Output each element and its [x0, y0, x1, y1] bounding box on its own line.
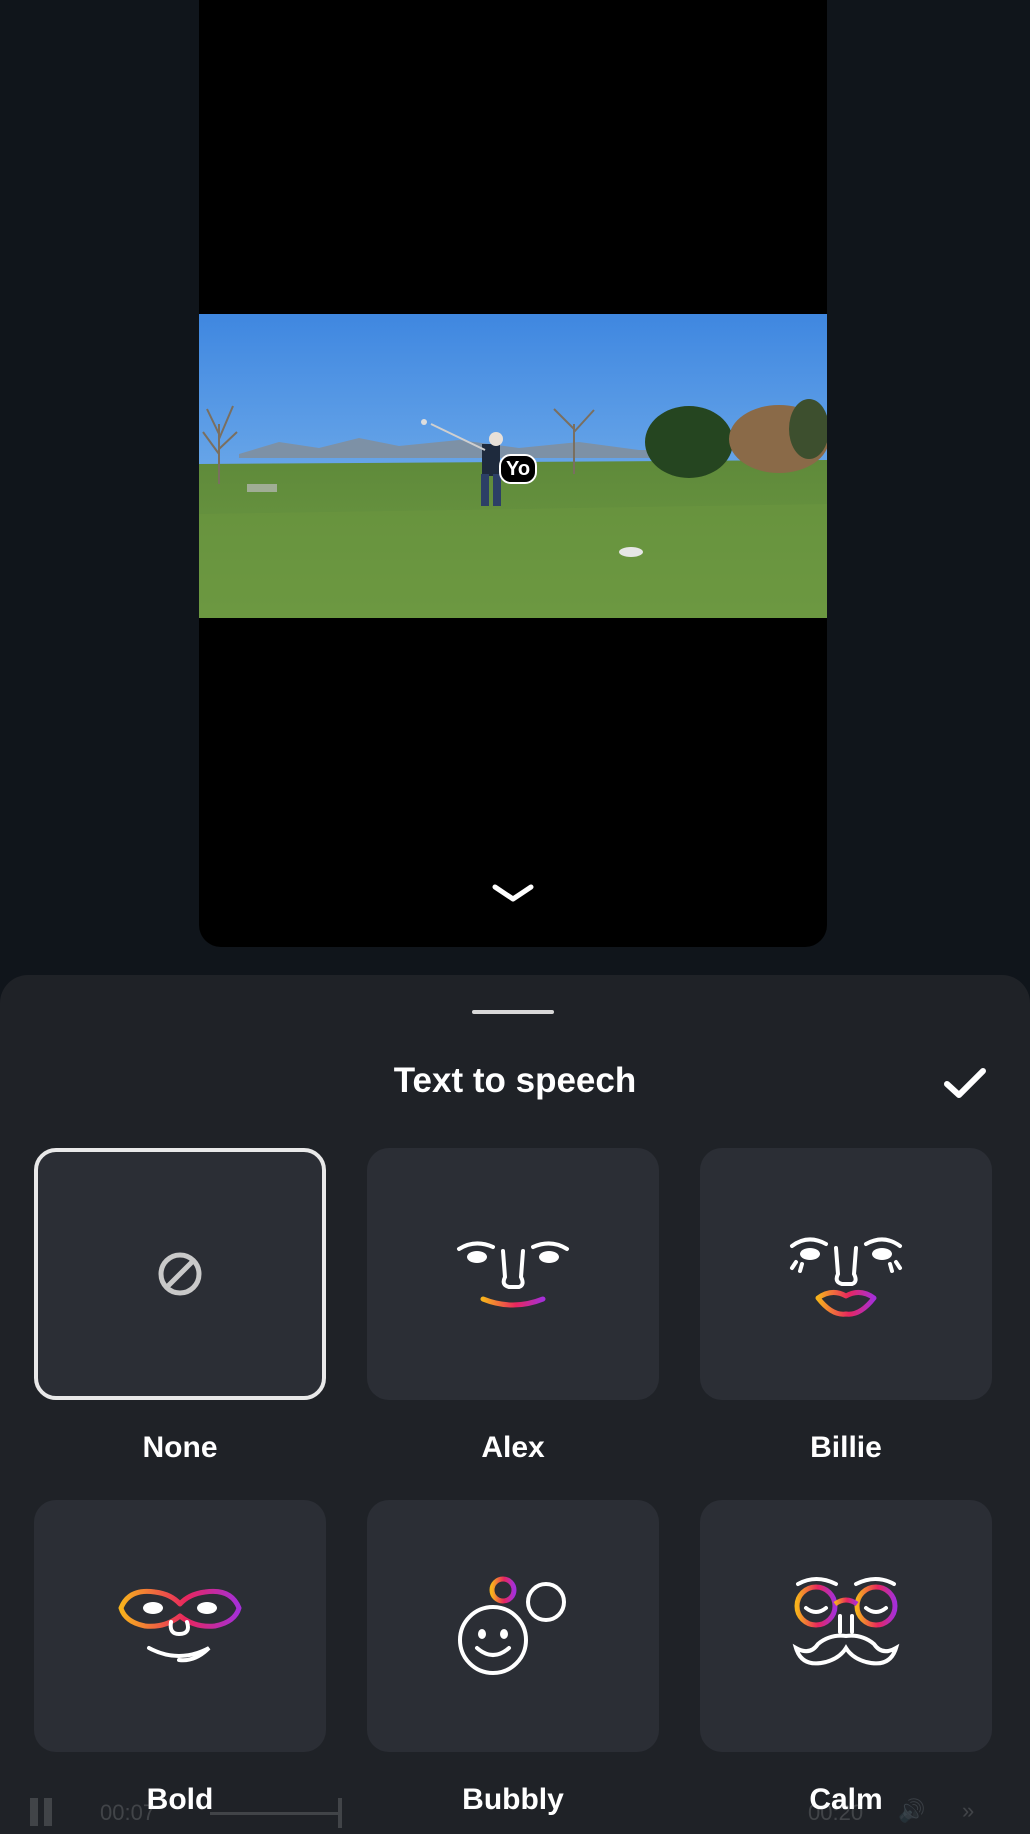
- video-preview: Yo: [199, 0, 827, 947]
- playback-timeline: 00:07 00:20 🔊 »: [0, 1790, 1030, 1834]
- voice-option-bubbly[interactable]: Bubbly: [367, 1500, 659, 1820]
- billie-face-icon: [790, 1237, 902, 1317]
- video-frame[interactable]: Yo: [199, 314, 827, 618]
- voice-option-alex[interactable]: Alex: [367, 1148, 659, 1468]
- voice-label: Billie: [810, 1431, 882, 1464]
- fast-forward-icon[interactable]: »: [962, 1798, 974, 1824]
- voice-tile[interactable]: [34, 1500, 326, 1752]
- voice-tile[interactable]: [700, 1148, 992, 1400]
- pause-button[interactable]: [30, 1798, 54, 1826]
- current-time: 00:07: [100, 1800, 156, 1825]
- voice-tile[interactable]: [367, 1500, 659, 1752]
- timeline-playhead[interactable]: [338, 1798, 342, 1828]
- end-time: 00:20: [808, 1800, 864, 1825]
- voice-label: Alex: [481, 1431, 545, 1464]
- alex-face-icon: [457, 1241, 569, 1308]
- sheet-title: Text to speech: [393, 1061, 637, 1100]
- checkmark-icon: [944, 1068, 986, 1098]
- text-sticker[interactable]: Yo: [499, 454, 538, 484]
- none-icon: [158, 1252, 202, 1296]
- voice-tile[interactable]: [367, 1148, 659, 1400]
- bubbly-face-icon: [458, 1576, 566, 1675]
- voice-tile[interactable]: [700, 1500, 992, 1752]
- voice-option-bold[interactable]: Bold: [34, 1500, 326, 1820]
- bold-face-icon: [118, 1588, 242, 1663]
- chevron-down-icon: [492, 884, 534, 902]
- sheet-drag-handle[interactable]: [472, 1010, 554, 1014]
- volume-icon[interactable]: 🔊: [898, 1798, 925, 1824]
- voice-option-calm[interactable]: Calm: [700, 1500, 992, 1820]
- confirm-button[interactable]: [938, 1063, 992, 1103]
- voice-label: None: [142, 1431, 218, 1464]
- voice-tile[interactable]: [34, 1148, 326, 1400]
- voice-option-billie[interactable]: Billie: [700, 1148, 992, 1468]
- collapse-preview-button[interactable]: [488, 876, 538, 910]
- timeline-track[interactable]: [210, 1812, 340, 1815]
- calm-face-icon: [792, 1577, 900, 1666]
- voice-option-none[interactable]: None: [34, 1148, 326, 1468]
